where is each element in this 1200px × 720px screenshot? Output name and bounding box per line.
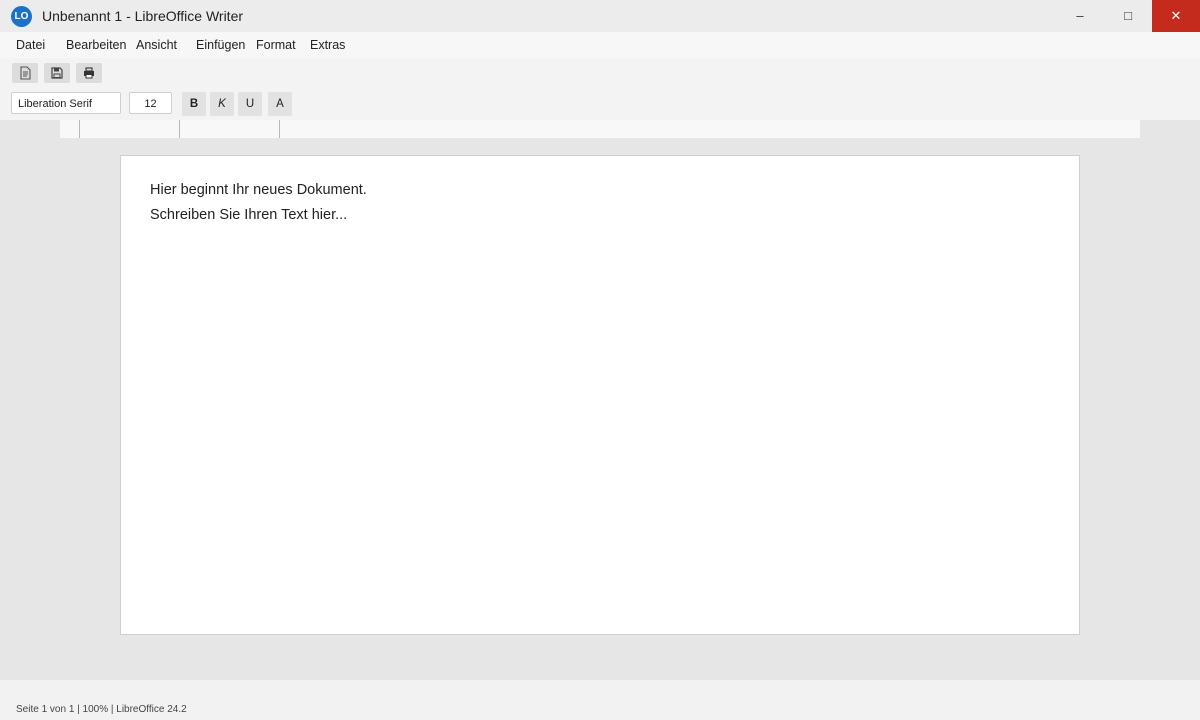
new-document-button[interactable] — [12, 63, 38, 83]
menu-extras[interactable]: Extras — [310, 38, 345, 52]
menu-bar: Datei Bearbeiten Ansicht Einfügen Format… — [0, 32, 1200, 58]
italic-button[interactable]: K — [210, 92, 234, 116]
menu-einfuegen[interactable]: Einfügen — [196, 38, 245, 52]
print-icon — [84, 67, 94, 79]
bold-button[interactable]: B — [182, 92, 206, 116]
document-page[interactable]: Hier beginnt Ihr neues Dokument. Schreib… — [120, 155, 1080, 635]
underline-button[interactable]: U — [238, 92, 262, 116]
close-button[interactable]: ✕ — [1152, 0, 1200, 32]
document-line[interactable]: Hier beginnt Ihr neues Dokument. — [150, 182, 367, 198]
ruler-tab-stop[interactable] — [79, 120, 80, 138]
document-line[interactable]: Schreiben Sie Ihren Text hier... — [150, 207, 347, 223]
status-bar: Seite 1 von 1 | 100% | LibreOffice 24.2 — [0, 680, 1200, 720]
font-color-button[interactable]: A — [268, 92, 292, 116]
ruler-tab-stop[interactable] — [179, 120, 180, 138]
print-button[interactable] — [76, 63, 102, 83]
menu-bearbeiten[interactable]: Bearbeiten — [66, 38, 126, 52]
menu-ansicht[interactable]: Ansicht — [136, 38, 177, 52]
libreoffice-logo-icon: LO — [11, 6, 32, 27]
font-size-select[interactable]: 12 — [129, 92, 172, 114]
font-name-select[interactable]: Liberation Serif — [11, 92, 121, 114]
formatting-toolbar: Liberation Serif 12 B K U A — [0, 88, 1200, 120]
ruler-tab-stop[interactable] — [279, 120, 280, 138]
standard-toolbar — [0, 58, 1200, 88]
window-title: Unbenannt 1 - LibreOffice Writer — [42, 8, 244, 24]
status-text: Seite 1 von 1 | 100% | LibreOffice 24.2 — [16, 704, 187, 715]
save-button[interactable] — [44, 63, 70, 83]
minimize-button[interactable]: – — [1056, 0, 1104, 32]
menu-datei[interactable]: Datei — [16, 38, 45, 52]
new-document-icon — [20, 66, 31, 80]
maximize-button[interactable]: □ — [1104, 0, 1152, 32]
title-bar: LO Unbenannt 1 - LibreOffice Writer – □ … — [0, 0, 1200, 32]
menu-format[interactable]: Format — [256, 38, 296, 52]
save-icon — [51, 67, 63, 79]
ruler[interactable] — [60, 120, 1140, 138]
